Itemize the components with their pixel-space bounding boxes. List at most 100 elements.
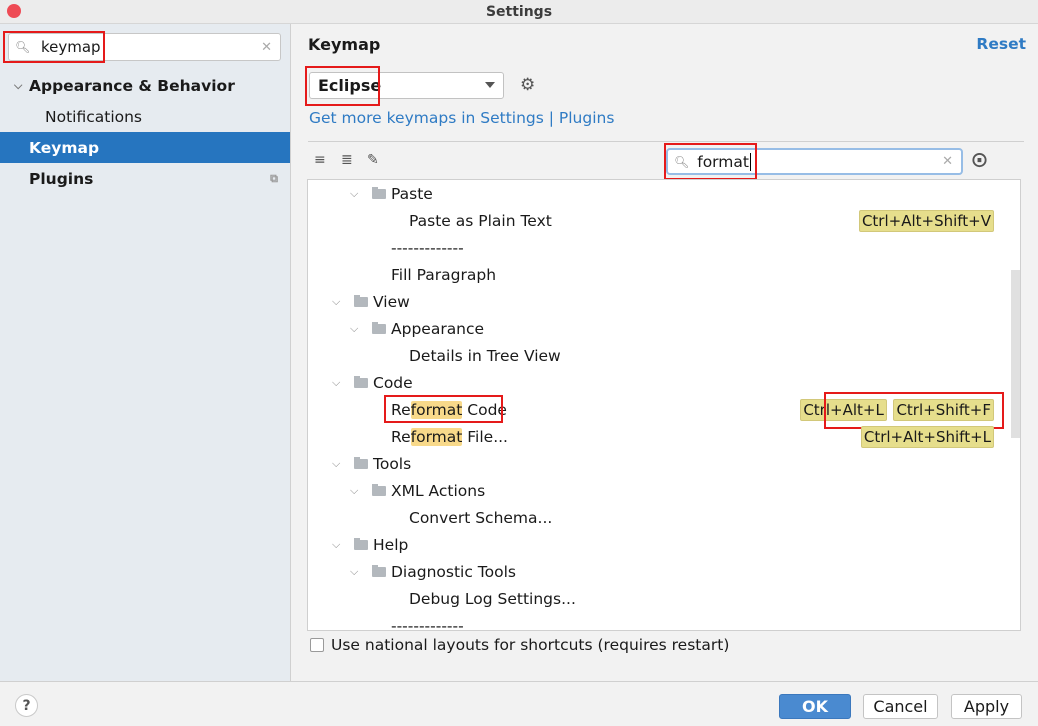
settings-search-input[interactable]: 🔍︎ keymap ✕ bbox=[8, 33, 281, 61]
tree-row-label: Debug Log Settings... bbox=[409, 589, 576, 608]
checkbox-label: Use national layouts for shortcuts (requ… bbox=[331, 636, 730, 654]
tree-row-label: Fill Paragraph bbox=[391, 265, 497, 284]
sidebar: 🔍︎ keymap ✕ ⌵ Appearance & Behavior Noti… bbox=[0, 24, 291, 681]
chevron-down-icon[interactable]: ⌵ bbox=[350, 565, 358, 579]
tree-action-row[interactable]: Paste as Plain Text Ctrl+Alt+Shift+V bbox=[308, 207, 1008, 234]
sidebar-item-label: Plugins bbox=[29, 169, 94, 188]
folder-icon bbox=[354, 376, 368, 388]
folder-icon bbox=[354, 457, 368, 469]
expand-all-icon[interactable]: ≡ bbox=[314, 152, 326, 168]
tree-row-label: Code bbox=[373, 373, 413, 392]
text-caret bbox=[749, 152, 751, 171]
national-layouts-checkbox[interactable]: Use national layouts for shortcuts (requ… bbox=[310, 636, 729, 654]
keymap-tree: ⌵ Paste Paste as Plain Text Ctrl+Alt+Shift+… bbox=[307, 179, 1021, 631]
gear-icon[interactable]: ⚙ bbox=[520, 75, 535, 95]
close-window-button[interactable] bbox=[7, 4, 21, 18]
chevron-down-icon[interactable]: ⌵ bbox=[350, 187, 358, 201]
tree-row-label: Diagnostic Tools bbox=[391, 562, 516, 581]
tree-folder-row[interactable]: ⌵ Diagnostic Tools bbox=[308, 558, 1008, 585]
search-match-highlight: format bbox=[410, 427, 463, 446]
tree-row-label: Reformat Code bbox=[391, 400, 507, 419]
keymap-panel: Keymap Reset Eclipse ⚙ Get more keymaps … bbox=[292, 24, 1038, 681]
scrollbar-thumb[interactable] bbox=[1011, 270, 1020, 438]
folder-icon bbox=[372, 322, 386, 334]
clear-search-icon[interactable]: ✕ bbox=[261, 40, 272, 55]
tree-row-label: ------------- bbox=[391, 238, 464, 257]
chevron-down-icon[interactable]: ⌵ bbox=[332, 538, 340, 552]
tree-row-label: Help bbox=[373, 535, 409, 554]
tree-folder-row[interactable]: ⌵ XML Actions bbox=[308, 477, 1008, 504]
keymap-select[interactable]: Eclipse bbox=[309, 72, 504, 99]
chevron-down-icon[interactable]: ⌵ bbox=[350, 484, 358, 498]
window-title: Settings bbox=[485, 3, 553, 20]
reset-link[interactable]: Reset bbox=[976, 35, 1026, 53]
edit-pencil-icon[interactable]: ✎ bbox=[367, 152, 379, 168]
tree-action-row[interactable]: Reformat File... Ctrl+Alt+Shift+L bbox=[308, 423, 1008, 450]
tree-row-label: Appearance bbox=[391, 319, 485, 338]
folder-icon bbox=[354, 538, 368, 550]
keymap-select-value: Eclipse bbox=[318, 76, 382, 95]
settings-search-value: keymap bbox=[41, 38, 101, 56]
clear-search-icon[interactable]: ✕ bbox=[942, 154, 953, 169]
divider bbox=[308, 141, 1024, 142]
page-title: Keymap bbox=[308, 35, 381, 54]
folder-icon bbox=[372, 187, 386, 199]
tree-row-label: XML Actions bbox=[391, 481, 486, 500]
checkbox[interactable] bbox=[310, 638, 324, 652]
tree-row-label: ------------- bbox=[391, 616, 464, 631]
chevron-down-icon[interactable]: ⌵ bbox=[332, 457, 340, 471]
tree-action-row[interactable]: Details in Tree View bbox=[308, 342, 1008, 369]
help-button[interactable]: ? bbox=[15, 694, 38, 717]
chevron-down-icon[interactable]: ⌵ bbox=[332, 376, 340, 390]
tree-folder-row[interactable]: ⌵ Code bbox=[308, 369, 1008, 396]
tree-row-label: View bbox=[373, 292, 410, 311]
tree-folder-row[interactable]: ⌵ Tools bbox=[308, 450, 1008, 477]
folder-icon bbox=[372, 484, 386, 496]
project-settings-icon: ⧉ bbox=[270, 171, 278, 185]
ok-button[interactable]: OK bbox=[779, 694, 851, 719]
tree-row-label: Paste as Plain Text bbox=[409, 211, 552, 230]
sidebar-item-keymap[interactable]: Keymap bbox=[0, 132, 290, 163]
tree-action-row[interactable]: Fill Paragraph bbox=[308, 261, 1008, 288]
cancel-button[interactable]: Cancel bbox=[863, 694, 938, 719]
tree-folder-row[interactable]: ⌵ Appearance bbox=[308, 315, 1008, 342]
tree-folder-row[interactable]: ⌵ Help bbox=[308, 531, 1008, 558]
dialog-footer: ? OK Cancel Apply bbox=[0, 681, 1038, 726]
tree-separator: ------------- bbox=[308, 234, 1008, 261]
tree-folder-row[interactable]: ⌵ View bbox=[308, 288, 1008, 315]
get-more-keymaps-link[interactable]: Get more keymaps in Settings | Plugins bbox=[309, 109, 614, 127]
tree-action-row[interactable]: Convert Schema... bbox=[308, 504, 1008, 531]
tree-row-label: Paste bbox=[391, 184, 433, 203]
sidebar-item-label: Appearance & Behavior bbox=[29, 76, 235, 95]
label-prefix: Re bbox=[391, 427, 411, 446]
keymap-search-input[interactable]: 🔍︎ format ✕ bbox=[666, 148, 963, 175]
sidebar-item-notifications[interactable]: Notifications bbox=[0, 101, 290, 132]
chevron-down-icon[interactable]: ⌵ bbox=[350, 322, 358, 336]
sidebar-item-label: Keymap bbox=[29, 138, 100, 157]
apply-button[interactable]: Apply bbox=[951, 694, 1022, 719]
tree-row-label: Reformat File... bbox=[391, 427, 508, 446]
find-by-shortcut-icon[interactable]: ⨀ bbox=[972, 150, 987, 168]
tree-action-row[interactable]: Debug Log Settings... bbox=[308, 585, 1008, 612]
chevron-down-icon[interactable]: ⌵ bbox=[14, 79, 22, 93]
tree-action-row[interactable]: Reformat Code Ctrl+Shift+F Ctrl+Alt+L bbox=[308, 392, 1008, 429]
tree-folder-row[interactable]: ⌵ Paste bbox=[308, 180, 1008, 207]
tree-row-label: Convert Schema... bbox=[409, 508, 553, 527]
chevron-down-icon[interactable]: ⌵ bbox=[332, 295, 340, 309]
search-icon: 🔍︎ bbox=[674, 154, 690, 169]
shortcut-badge: Ctrl+Alt+Shift+V bbox=[858, 210, 994, 232]
dropdown-arrow-icon bbox=[485, 82, 495, 88]
sidebar-item-appearance-behavior[interactable]: ⌵ Appearance & Behavior bbox=[0, 70, 290, 101]
collapse-all-icon[interactable]: ≣ bbox=[341, 152, 353, 168]
label-suffix: File... bbox=[462, 427, 508, 446]
settings-tree: ⌵ Appearance & Behavior Notifications Ke… bbox=[0, 70, 290, 194]
folder-icon bbox=[372, 565, 386, 577]
title-bar: Settings bbox=[0, 0, 1038, 24]
keymap-search-value: format bbox=[697, 152, 749, 171]
sidebar-item-plugins[interactable]: Plugins ⧉ bbox=[0, 163, 290, 194]
tree-row-label: Details in Tree View bbox=[409, 346, 561, 365]
label-suffix: Code bbox=[462, 400, 507, 419]
shortcut-badge: Ctrl+Shift+F bbox=[893, 399, 994, 421]
tree-row-label: Tools bbox=[373, 454, 412, 473]
folder-icon bbox=[354, 295, 368, 307]
